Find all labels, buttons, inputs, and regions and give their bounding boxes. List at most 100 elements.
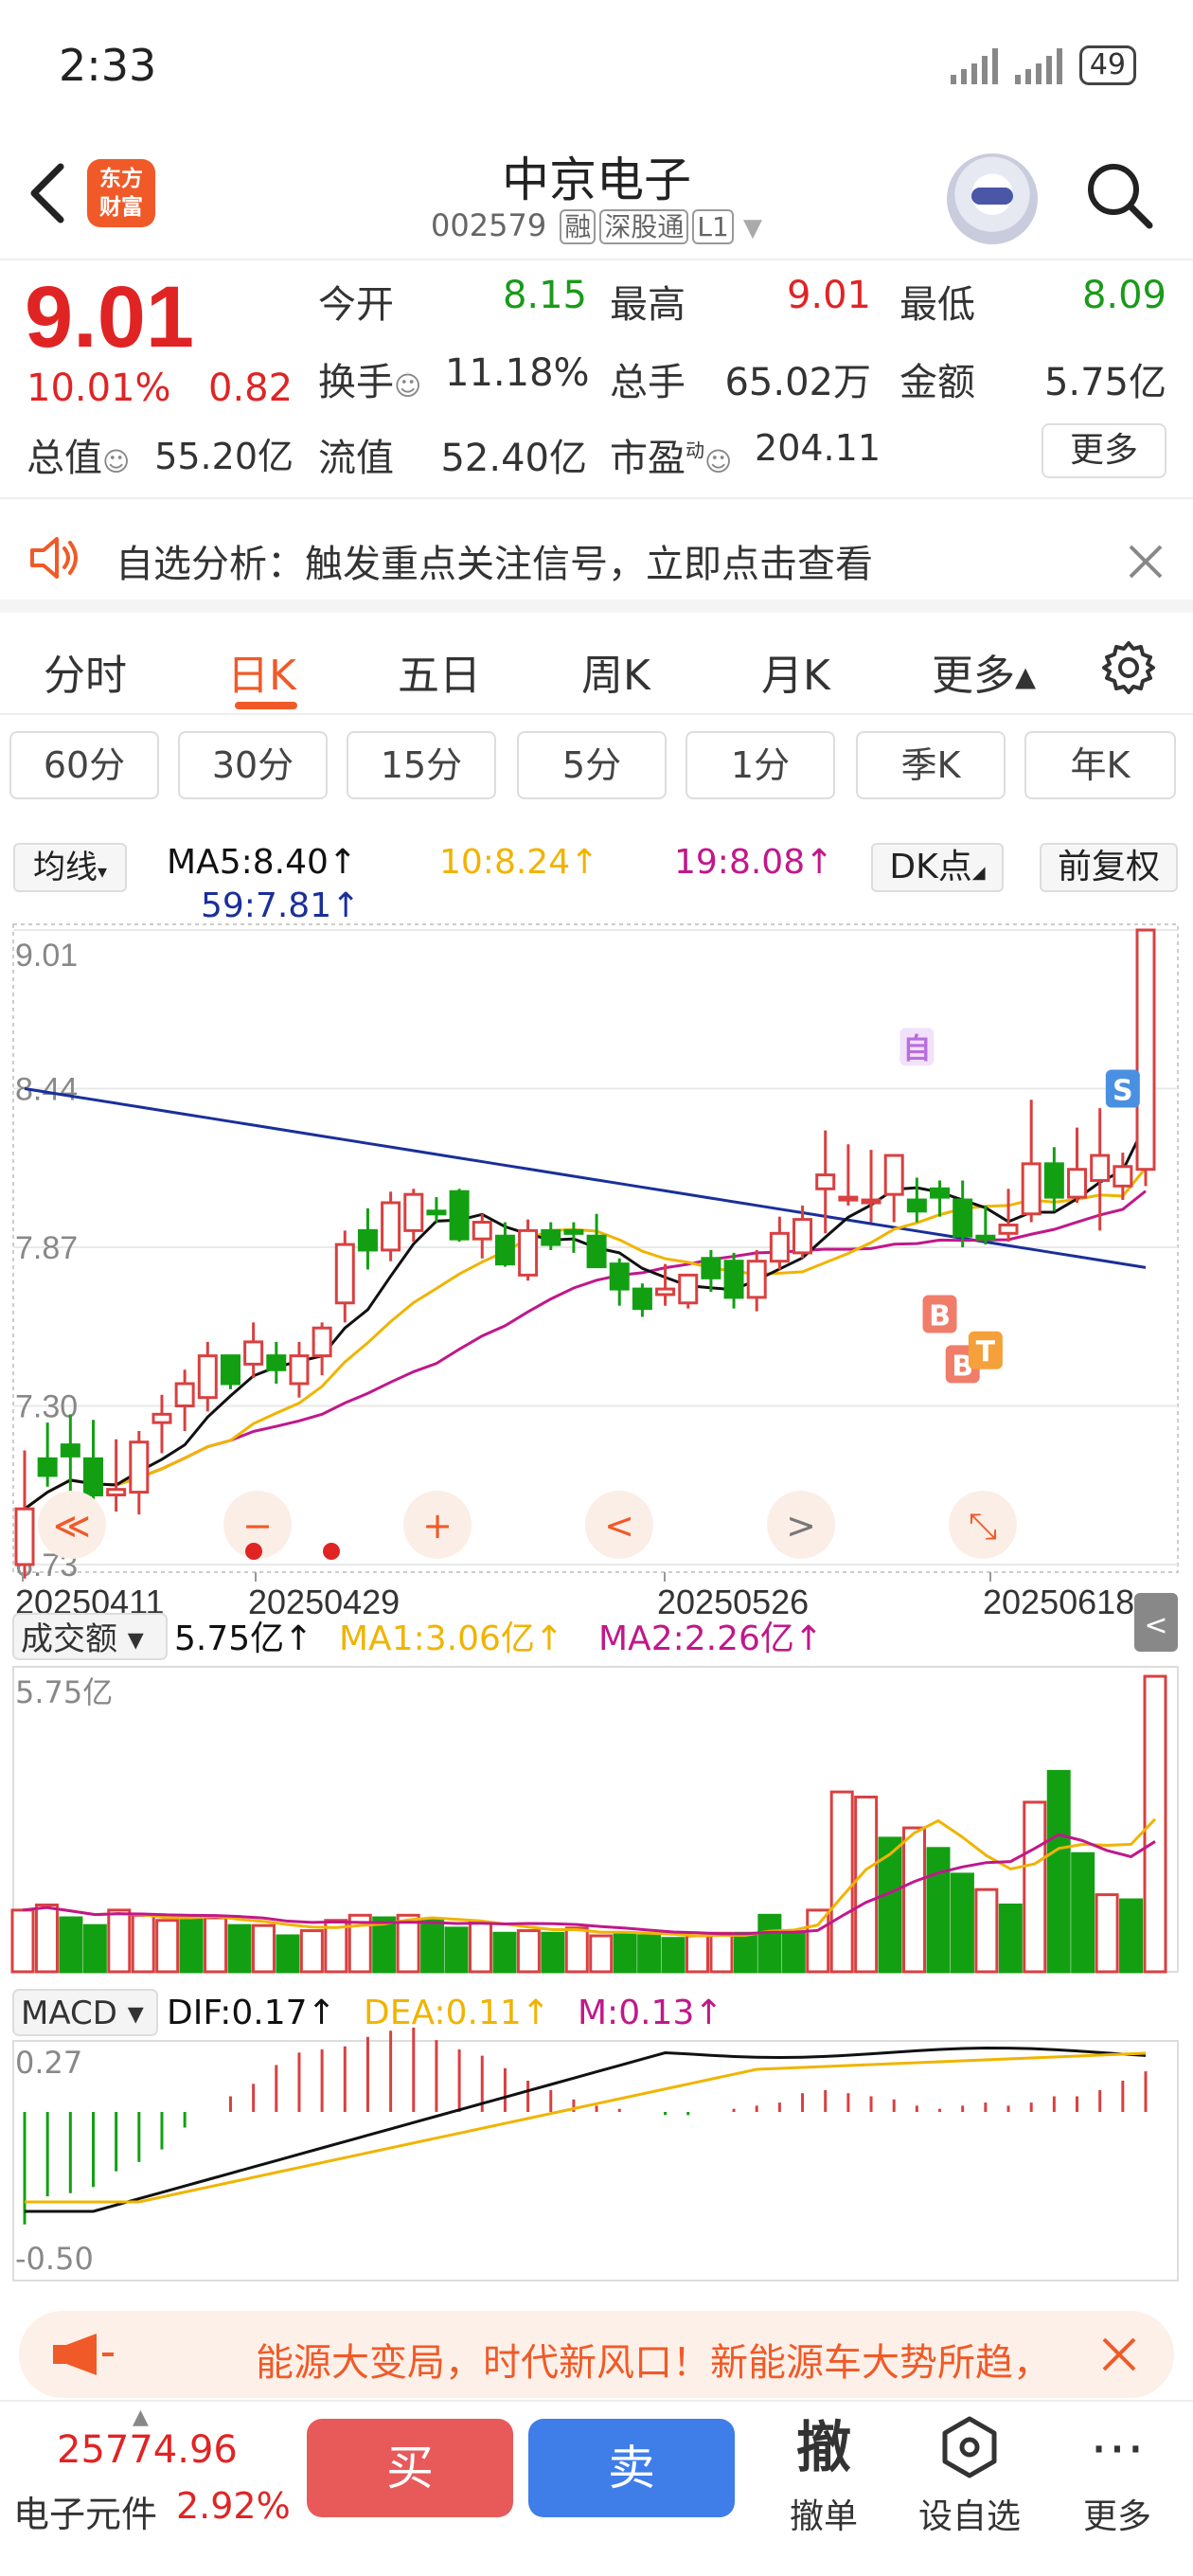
close-icon[interactable] bbox=[1127, 543, 1165, 581]
dk-point-button[interactable]: DK点◢ bbox=[871, 843, 1004, 892]
candle-body bbox=[1067, 1168, 1088, 1199]
amount-bar bbox=[998, 1903, 1023, 1974]
more-quote-button[interactable]: 更多 bbox=[1042, 423, 1166, 478]
more-actions-label: 更多 bbox=[1082, 2497, 1151, 2536]
period-15min[interactable]: 15分 bbox=[347, 731, 496, 799]
amount-bar bbox=[516, 1929, 541, 1974]
indicator-dot bbox=[245, 1543, 262, 1560]
close-icon[interactable] bbox=[1098, 2334, 1140, 2375]
amount-bar bbox=[1119, 1898, 1144, 1974]
kline-y-tick: 7.30 bbox=[15, 1389, 78, 1425]
candle-body bbox=[289, 1354, 310, 1386]
chart-control-icon: ⤡ bbox=[969, 1505, 997, 1547]
candle-body bbox=[838, 1195, 859, 1202]
top-nav: 东方 财富 中京电子 002579 融深股通 L1 ▼ bbox=[0, 133, 1193, 260]
status-bar: 2:33 49 bbox=[0, 0, 1193, 133]
amount-bar bbox=[179, 1916, 204, 1974]
search-button[interactable] bbox=[1081, 157, 1157, 233]
amount-bar bbox=[854, 1796, 879, 1974]
candle-body bbox=[403, 1192, 424, 1232]
last-price: 9.01 bbox=[25, 269, 195, 366]
quote-panel: 9.01 10.01% 0.82 今开 8.15 最高 9.01 最低 8.09… bbox=[0, 260, 1193, 499]
tab-monthly-k[interactable]: 月K bbox=[761, 641, 830, 702]
chart-control-icon: + bbox=[422, 1505, 453, 1547]
amount-bar bbox=[468, 1921, 492, 1974]
amount-bar bbox=[420, 1919, 445, 1974]
macd-max-label: 0.27 bbox=[15, 2045, 82, 2081]
ad-banner[interactable]: 能源大变局，时代新风口！新能源车大势所趋， bbox=[19, 2311, 1174, 2398]
amount-ma2: MA2:2.26亿↑ bbox=[598, 1619, 823, 1658]
info-icon[interactable]: ☺ bbox=[102, 446, 130, 477]
low-label: 最低 bbox=[899, 283, 975, 327]
indicator-dot bbox=[323, 1543, 340, 1560]
signal-notice[interactable]: 自选分析：触发重点关注信号，立即点击查看 bbox=[0, 499, 1193, 613]
candle-body bbox=[678, 1273, 699, 1305]
tab-more[interactable]: 更多▴ bbox=[932, 641, 1036, 702]
candle-body bbox=[60, 1443, 80, 1458]
pe-label: 市盈动☺ bbox=[610, 427, 732, 482]
ma10-value: 10:8.24↑ bbox=[439, 843, 599, 882]
amount-bar bbox=[227, 1923, 252, 1974]
macd-frame bbox=[12, 2040, 1179, 2281]
info-icon[interactable]: ☺ bbox=[394, 370, 421, 402]
sector-index-value[interactable]: 25774.96 bbox=[57, 2428, 238, 2472]
cancel-order-button[interactable]: 撤 撤单 bbox=[757, 2413, 890, 2538]
assistant-robot-icon[interactable] bbox=[947, 153, 1038, 244]
period-selector: 60分 30分 15分 5分 1分 季K 年K bbox=[0, 731, 1193, 807]
volume-label: 总手 bbox=[610, 361, 686, 404]
candle-body bbox=[586, 1234, 607, 1269]
amount-bar bbox=[1095, 1893, 1119, 1974]
more-actions-button[interactable]: ⋯ 更多 bbox=[1051, 2413, 1184, 2538]
period-yearly[interactable]: 年K bbox=[1024, 731, 1176, 799]
period-30min[interactable]: 30分 bbox=[178, 731, 328, 799]
period-5min[interactable]: 5分 bbox=[517, 731, 667, 799]
change-percent: 10.01% bbox=[27, 367, 171, 410]
candle-body bbox=[472, 1221, 492, 1241]
candle-body bbox=[174, 1382, 195, 1408]
info-icon[interactable]: ☺ bbox=[704, 446, 732, 477]
signal-marker: S bbox=[1113, 1075, 1133, 1108]
tab-weekly-k[interactable]: 周K bbox=[581, 641, 650, 702]
volume-value: 65.02万 bbox=[724, 361, 871, 404]
tab-five-day[interactable]: 五日 bbox=[398, 641, 481, 702]
float-label: 流值 bbox=[318, 437, 394, 480]
candle-body bbox=[106, 1488, 127, 1497]
period-1min[interactable]: 1分 bbox=[686, 731, 835, 799]
buy-button[interactable]: 买 bbox=[307, 2419, 513, 2517]
chart-area[interactable]: 9.01 8.44 7.87 7.30 6.73 自 S B B T ≪ − + < > ⤡ 20250411 2… bbox=[0, 919, 1193, 2282]
tab-daily-k[interactable]: 日K bbox=[227, 641, 296, 702]
sell-button[interactable]: 卖 bbox=[528, 2419, 735, 2517]
kline-y-tick: 7.87 bbox=[15, 1230, 78, 1266]
amount-bar bbox=[1071, 1852, 1095, 1974]
bottom-trade-bar: ▲ 25774.96 电子元件 2.92% 买 卖 撤 撤单 设自选 ⋯ 更多 bbox=[0, 2400, 1193, 2576]
period-60min[interactable]: 60分 bbox=[9, 731, 159, 799]
candle-body bbox=[1113, 1165, 1133, 1188]
candle-body bbox=[357, 1228, 378, 1252]
gear-icon[interactable] bbox=[1100, 639, 1157, 696]
amount-bar bbox=[829, 1790, 854, 1974]
sector-name[interactable]: 电子元件 bbox=[13, 2485, 157, 2537]
period-quarterly[interactable]: 季K bbox=[856, 731, 1006, 799]
candle-body bbox=[723, 1260, 744, 1299]
candle-body bbox=[266, 1354, 287, 1371]
more-dots-icon: ⋯ bbox=[1090, 2415, 1145, 2479]
candle-body bbox=[953, 1198, 973, 1238]
adjust-mode-button[interactable]: 前复权 bbox=[1040, 843, 1178, 892]
pe-value: 204.11 bbox=[755, 427, 881, 469]
candle-body bbox=[563, 1228, 584, 1235]
candle-body bbox=[609, 1262, 630, 1291]
macd-select-label: MACD ▾ bbox=[21, 1995, 144, 2032]
tab-intraday[interactable]: 分时 bbox=[44, 641, 127, 702]
candle-body bbox=[220, 1354, 240, 1386]
amount-bar bbox=[637, 1934, 662, 1974]
dropdown-triangle-icon: ◢ bbox=[971, 863, 986, 883]
candle-body bbox=[494, 1234, 515, 1266]
tag-connect: 深股通 bbox=[599, 209, 689, 244]
chart-control-icon: − bbox=[242, 1505, 273, 1547]
stock-charts[interactable]: 9.018.447.877.306.73自SBB T≪ − + < > ⤡20250411 2… bbox=[0, 919, 1193, 2282]
chart-control-icon: ≪ bbox=[53, 1505, 91, 1547]
macd-dea: DEA:0.11↑ bbox=[364, 1994, 550, 2032]
add-watchlist-button[interactable]: 设自选 bbox=[903, 2413, 1036, 2538]
indicator-select[interactable]: 均线▾ bbox=[13, 843, 127, 892]
candle-body bbox=[151, 1412, 172, 1424]
